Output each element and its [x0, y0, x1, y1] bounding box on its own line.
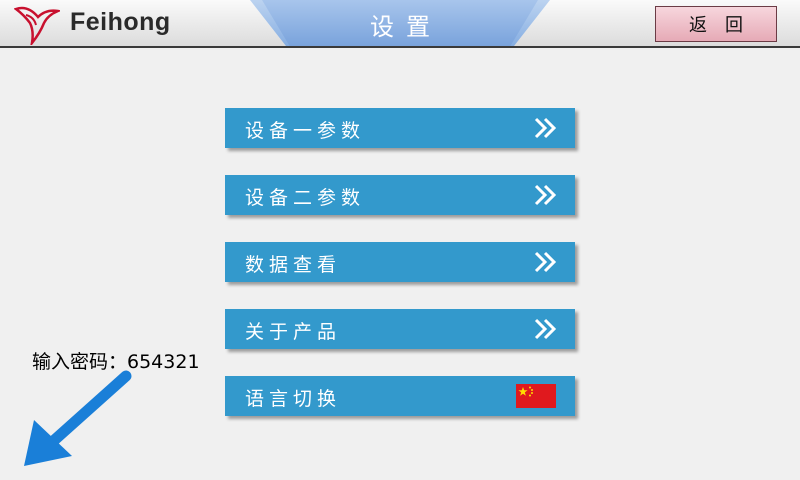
arrow-down-left-icon [24, 370, 132, 466]
menu-label: 数据查看 [245, 254, 342, 276]
menu-button-data-view[interactable]: 数据查看 [225, 242, 575, 282]
menu-button-device2-params[interactable]: 设备二参数 [225, 175, 575, 215]
menu-label: 设备一参数 [245, 120, 366, 142]
menu-button-device1-params[interactable]: 设备一参数 [225, 108, 575, 148]
double-chevron-right-icon [534, 184, 557, 206]
double-chevron-right-icon [534, 251, 557, 273]
header-bar: Feihong 设置 返回 [0, 0, 800, 48]
feihong-logo: Feihong [14, 3, 194, 45]
menu-label: 关于产品 [245, 321, 342, 343]
back-button[interactable]: 返回 [655, 6, 777, 42]
logo-text: Feihong [70, 8, 171, 36]
double-chevron-right-icon [534, 117, 557, 139]
menu-button-about-product[interactable]: 关于产品 [225, 309, 575, 349]
double-chevron-right-icon [534, 318, 557, 340]
bird-logo-icon [14, 6, 60, 45]
menu-label: 设备二参数 [245, 187, 366, 209]
menu-label: 语言切换 [245, 388, 342, 410]
china-flag-icon [516, 384, 556, 408]
menu-button-language-switch[interactable]: 语言切换 [225, 376, 575, 416]
page-title: 设置 [370, 13, 442, 41]
